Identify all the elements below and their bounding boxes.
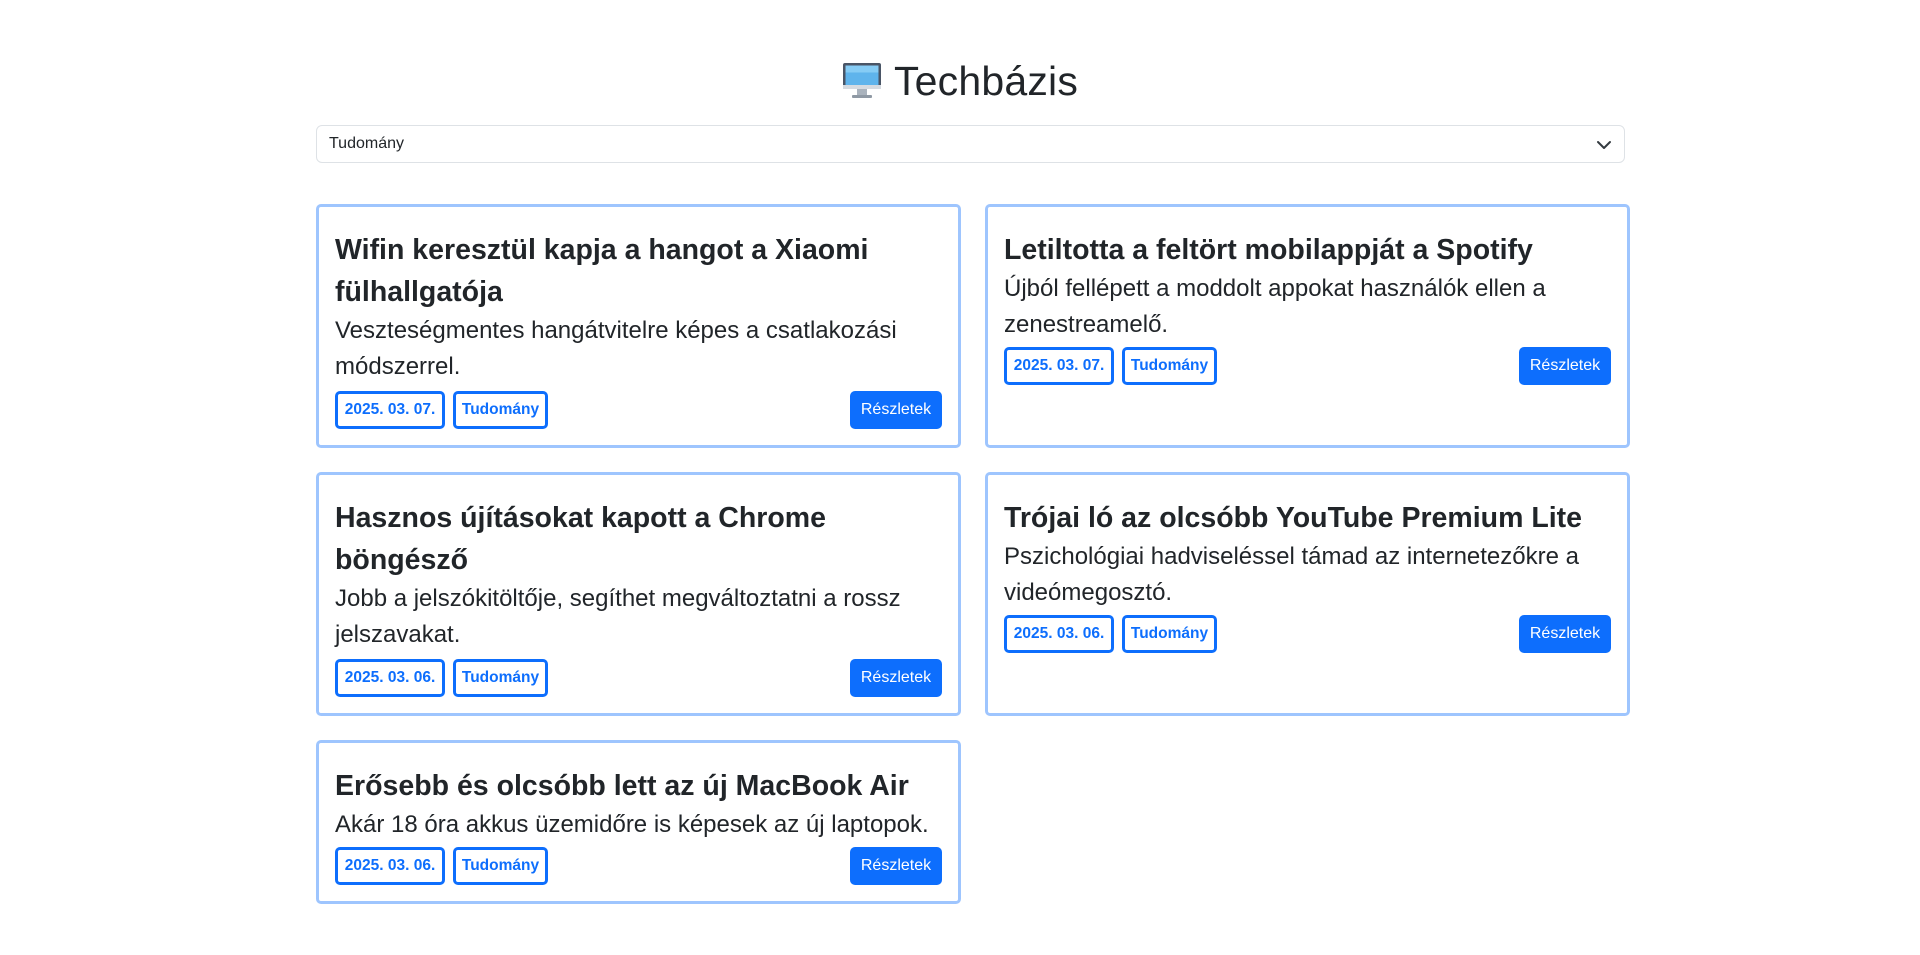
category-badge: Tudomány — [1122, 615, 1217, 653]
article-title: Hasznos újításokat kapott a Chrome böngé… — [335, 502, 826, 576]
details-button[interactable]: Részletek — [850, 659, 942, 697]
date-badge: 2025. 03. 07. — [335, 391, 445, 429]
date-badge: 2025. 03. 06. — [335, 847, 445, 885]
site-header: Techbázis — [0, 55, 1920, 107]
article-card: Erősebb és olcsóbb lett az új MacBook Ai… — [316, 740, 961, 904]
category-select[interactable]: Tudomány — [316, 125, 1625, 163]
article-footer: 2025. 03. 07. Tudomány Részletek — [1004, 347, 1611, 385]
article-footer: 2025. 03. 06. Tudomány Részletek — [335, 847, 942, 885]
article-title: Wifin keresztül kapja a hangot a Xiaomi … — [335, 234, 869, 308]
details-button[interactable]: Részletek — [1519, 347, 1611, 385]
chevron-down-icon — [1596, 137, 1612, 153]
article-summary: Veszteségmentes hangátvitelre képes a cs… — [335, 317, 897, 380]
article-footer: 2025. 03. 07. Tudomány Részletek — [335, 391, 942, 429]
page-title: Techbázis — [893, 57, 1079, 104]
date-badge: 2025. 03. 06. — [335, 659, 445, 697]
details-button[interactable]: Részletek — [850, 391, 942, 429]
article-card: Letiltotta a feltört mobilappját a Spoti… — [985, 204, 1630, 448]
article-summary: Újból fellépett a moddolt appokat haszná… — [1004, 275, 1546, 338]
article-title: Erősebb és olcsóbb lett az új MacBook Ai… — [335, 770, 909, 802]
desktop-computer-icon — [842, 62, 882, 100]
article-summary: Pszichológiai hadviseléssel támad az int… — [1004, 543, 1579, 606]
category-select-value: Tudomány — [329, 135, 404, 152]
article-footer: 2025. 03. 06. Tudomány Részletek — [1004, 615, 1611, 653]
date-badge: 2025. 03. 06. — [1004, 615, 1114, 653]
article-footer: 2025. 03. 06. Tudomány Részletek — [335, 659, 942, 697]
article-card: Hasznos újításokat kapott a Chrome böngé… — [316, 472, 961, 716]
date-badge: 2025. 03. 07. — [1004, 347, 1114, 385]
page: Techbázis Tudomány Wifin keresztül kapja… — [0, 0, 1920, 955]
category-badge: Tudomány — [453, 847, 548, 885]
details-button[interactable]: Részletek — [1519, 615, 1611, 653]
article-card: Wifin keresztül kapja a hangot a Xiaomi … — [316, 204, 961, 448]
category-badge: Tudomány — [453, 391, 548, 429]
article-summary: Akár 18 óra akkus üzemidőre is képesek a… — [335, 811, 929, 838]
article-title: Trójai ló az olcsóbb YouTube Premium Lit… — [1004, 502, 1583, 534]
article-card: Trójai ló az olcsóbb YouTube Premium Lit… — [985, 472, 1630, 716]
details-button[interactable]: Részletek — [850, 847, 942, 885]
category-badge: Tudomány — [453, 659, 548, 697]
article-summary: Jobb a jelszókitöltője, segíthet megvált… — [335, 585, 901, 648]
category-badge: Tudomány — [1122, 347, 1217, 385]
article-title: Letiltotta a feltört mobilappját a Spoti… — [1004, 234, 1533, 266]
